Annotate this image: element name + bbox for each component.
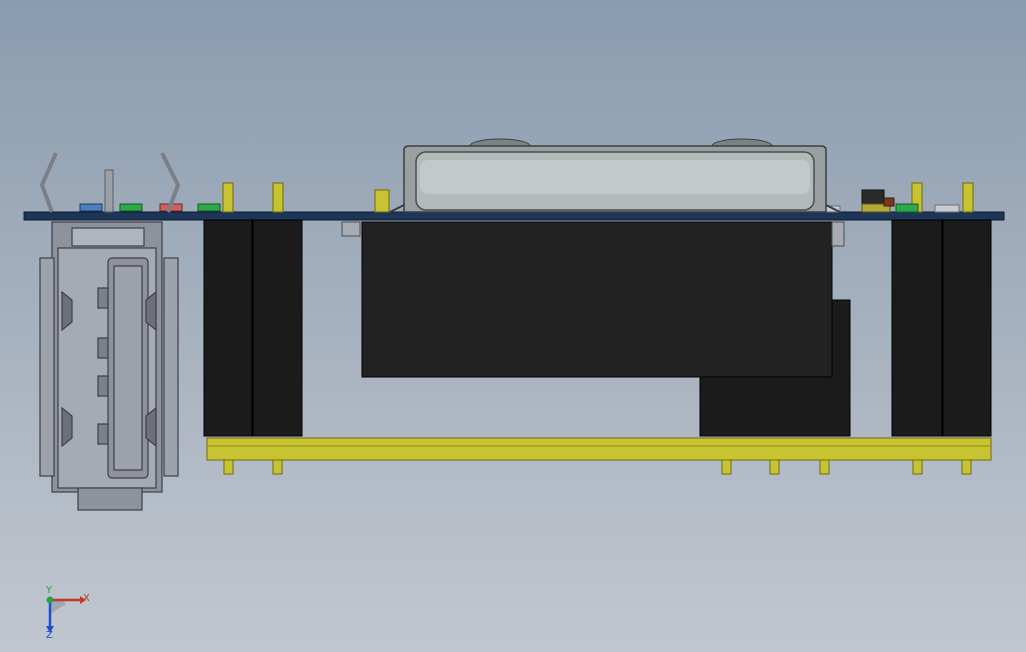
x-axis-label: X xyxy=(83,593,90,604)
z-axis-label: Z xyxy=(46,630,53,638)
battery-holder[interactable] xyxy=(389,138,841,213)
smd-components-left[interactable] xyxy=(79,203,221,212)
y-axis-label: Y xyxy=(45,586,53,596)
wire-leads[interactable] xyxy=(40,152,180,213)
pcb-board[interactable] xyxy=(23,211,1005,221)
coordinate-triad: X Y Z xyxy=(45,586,90,638)
assembly-model[interactable] xyxy=(0,0,1026,652)
usb-connector[interactable] xyxy=(39,221,179,511)
module-block[interactable] xyxy=(341,221,845,378)
header-strip-bottom[interactable] xyxy=(206,437,992,475)
cad-viewport[interactable]: X Y Z xyxy=(0,0,1026,652)
y-axis-icon xyxy=(46,596,54,604)
smd-components-right[interactable] xyxy=(823,189,960,213)
